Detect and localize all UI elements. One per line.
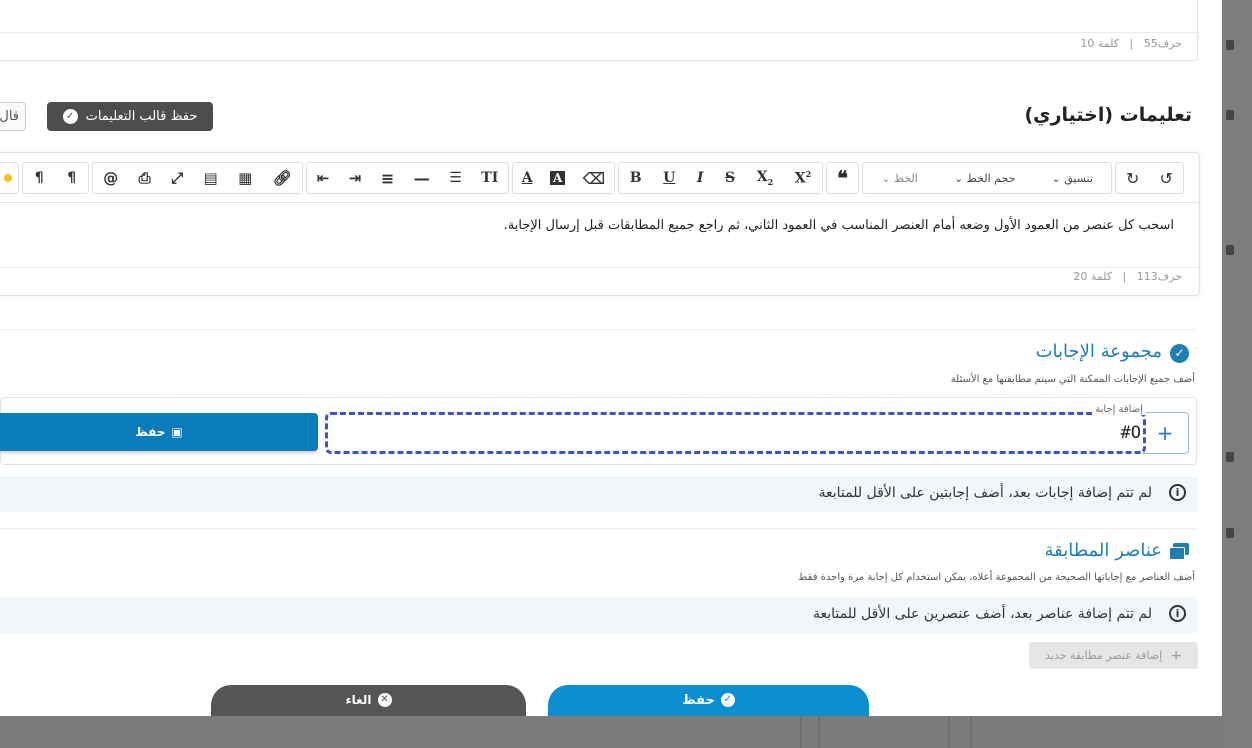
color-group: A A ⌫ bbox=[512, 162, 615, 194]
underline-button[interactable]: U bbox=[663, 170, 675, 186]
check-circle-icon: ✓ bbox=[720, 693, 735, 707]
background-bottom-panel bbox=[0, 716, 1222, 748]
toolbar-divider bbox=[0, 202, 1199, 203]
floppy-disk-icon: ▣ bbox=[171, 425, 183, 439]
font-size-select[interactable]: حجم الخط ⌄ bbox=[954, 172, 1015, 185]
instructions-counter: حرف113 | كلمة 20 bbox=[1073, 270, 1182, 283]
section-divider bbox=[0, 528, 1197, 529]
answers-section-title: مجموعة الإجابات bbox=[1035, 341, 1162, 362]
save-instructions-template-button[interactable]: حفظ قالب التعليمات ✓ bbox=[47, 102, 213, 131]
matching-empty-message: لم تتم إضافة عناصر بعد، أضف عنصرين على ا… bbox=[812, 606, 1152, 622]
cancel-button[interactable]: ✕ الغاء bbox=[211, 685, 526, 716]
emoji-button[interactable] bbox=[0, 162, 19, 194]
background-icon bbox=[1226, 452, 1234, 462]
save-instructions-template-label: حفظ قالب التعليمات bbox=[85, 109, 198, 124]
add-answer-floating-label: إضافة إجابة bbox=[1092, 404, 1146, 415]
background-icon bbox=[1226, 110, 1234, 120]
indent-icon[interactable]: ⇥ bbox=[349, 169, 362, 187]
add-answer-plus-button[interactable]: + bbox=[1142, 412, 1189, 454]
text-style-group: B U I S X2 X2 bbox=[618, 162, 823, 194]
outdent-icon[interactable]: ⇤ bbox=[317, 169, 330, 187]
table-icon[interactable]: ▦ bbox=[238, 169, 252, 187]
answers-empty-state: i لم تتم إضافة إجابات بعد، أضف إجابتين ع… bbox=[0, 476, 1197, 512]
add-answer-input-value: #O bbox=[1120, 423, 1141, 443]
font-color-icon[interactable]: A bbox=[522, 170, 533, 186]
emoji-icon bbox=[4, 174, 12, 182]
chevron-down-icon: ⌄ bbox=[881, 171, 891, 185]
editor-footer-divider bbox=[0, 267, 1199, 268]
save-answer-label: حفظ bbox=[135, 425, 166, 439]
background-icon bbox=[1226, 528, 1234, 538]
highlight-color-icon[interactable]: A bbox=[549, 171, 566, 185]
fullscreen-icon[interactable]: ⤢ bbox=[171, 169, 183, 187]
background-icon bbox=[1226, 245, 1234, 255]
plus-icon: + bbox=[1156, 421, 1174, 445]
instructions-title: تعليمات (اختياري) bbox=[1024, 104, 1192, 126]
insert-group: @ ⎙ ⤢ ▤ ▦ 🔗︎ bbox=[92, 162, 303, 194]
mention-icon[interactable]: @ bbox=[103, 169, 118, 187]
layout-icon[interactable]: ▤ bbox=[204, 169, 218, 187]
add-answer-input[interactable]: #O bbox=[325, 412, 1146, 454]
redo-icon[interactable]: ↻ bbox=[1126, 169, 1139, 188]
background-divider bbox=[818, 716, 820, 748]
ltr-direction-icon[interactable]: ¶ bbox=[35, 170, 44, 186]
save-answer-button[interactable]: ▣ حفظ bbox=[0, 413, 318, 451]
previous-editor: حرف55 | كلمة 10 bbox=[0, 0, 1198, 61]
chevron-down-icon: ⌄ bbox=[953, 171, 964, 185]
template-menu-button[interactable]: قال bbox=[0, 102, 26, 131]
font-select[interactable]: الخط ⌄ bbox=[881, 172, 918, 185]
horizontal-rule-icon[interactable]: — bbox=[414, 169, 430, 188]
background-divider bbox=[800, 716, 802, 748]
format-select[interactable]: تنسيق ⌄ bbox=[1052, 172, 1093, 185]
info-icon: i bbox=[1169, 484, 1186, 501]
align-icon[interactable]: ≡ bbox=[381, 169, 394, 188]
direction-group: ¶ ¶ bbox=[22, 162, 89, 194]
print-icon[interactable]: ⎙ bbox=[139, 169, 151, 187]
chevron-down-icon: ⌄ bbox=[1051, 171, 1061, 185]
text-size-icon[interactable]: TI bbox=[481, 170, 498, 186]
eraser-icon[interactable]: ⌫ bbox=[583, 169, 606, 188]
link-icon[interactable]: 🔗︎ bbox=[273, 169, 292, 187]
editor-divider bbox=[0, 32, 1197, 33]
matching-section-title: عناصر المطابقة bbox=[1044, 540, 1162, 561]
background-icon bbox=[1226, 40, 1234, 50]
check-circle-icon: ✓ bbox=[1170, 344, 1189, 363]
save-question-label: حفظ bbox=[682, 693, 715, 708]
superscript-button[interactable]: X2 bbox=[795, 169, 811, 187]
save-question-button[interactable]: ✓ حفظ bbox=[548, 685, 869, 716]
close-circle-icon: ✕ bbox=[377, 693, 392, 707]
undo-redo-group: ↻ ↺ bbox=[1115, 162, 1184, 194]
text-format-selects: تنسيق ⌄ حجم الخط ⌄ الخط ⌄ bbox=[862, 162, 1112, 194]
info-icon: i bbox=[1169, 605, 1186, 622]
blockquote-button[interactable]: ❝ bbox=[826, 162, 859, 194]
subscript-button[interactable]: X2 bbox=[757, 169, 773, 187]
quote-icon: ❝ bbox=[837, 166, 848, 190]
paragraph-group: ⇤ ⇥ ≡ — ☰ TI bbox=[306, 162, 509, 194]
section-divider bbox=[0, 329, 1197, 330]
ordered-list-icon[interactable]: ☰ bbox=[449, 170, 462, 186]
check-circle-icon: ✓ bbox=[62, 109, 78, 124]
plus-icon: + bbox=[1170, 647, 1182, 664]
undo-icon[interactable]: ↺ bbox=[1160, 169, 1173, 188]
strikethrough-button[interactable]: S bbox=[725, 170, 735, 186]
template-menu-label: قال bbox=[0, 109, 19, 124]
cancel-label: الغاء bbox=[345, 693, 372, 707]
answers-section-description: أضف جميع الإجابات الممكنة التي سيتم مطاب… bbox=[950, 374, 1195, 385]
matching-section-description: أضف العناصر مع إجاباتها الصحيحة من المجم… bbox=[798, 572, 1195, 583]
add-matching-item-button[interactable]: + إضافة عنصر مطابقة جديد bbox=[1029, 642, 1198, 669]
previous-editor-counter: حرف55 | كلمة 10 bbox=[1080, 37, 1182, 50]
instructions-body-text[interactable]: اسحب كل عنصر من العمود الأول وضعه أمام ا… bbox=[24, 218, 1174, 233]
matching-empty-state: i لم تتم إضافة عناصر بعد، أضف عنصرين على… bbox=[0, 597, 1197, 633]
bold-button[interactable]: B bbox=[630, 170, 642, 186]
chat-bubbles-icon bbox=[1169, 543, 1189, 560]
previous-editor-text-fragment bbox=[796, 0, 1176, 2]
add-matching-item-label: إضافة عنصر مطابقة جديد bbox=[1045, 649, 1163, 662]
italic-button[interactable]: I bbox=[697, 170, 704, 186]
answers-empty-message: لم تتم إضافة إجابات بعد، أضف إجابتين على… bbox=[818, 485, 1152, 501]
match-question-modal: حرف55 | كلمة 10 تعليمات (اختياري) حفظ قا… bbox=[0, 0, 1222, 716]
background-divider bbox=[948, 716, 950, 748]
rtl-direction-icon[interactable]: ¶ bbox=[67, 170, 76, 186]
background-divider bbox=[970, 716, 972, 748]
